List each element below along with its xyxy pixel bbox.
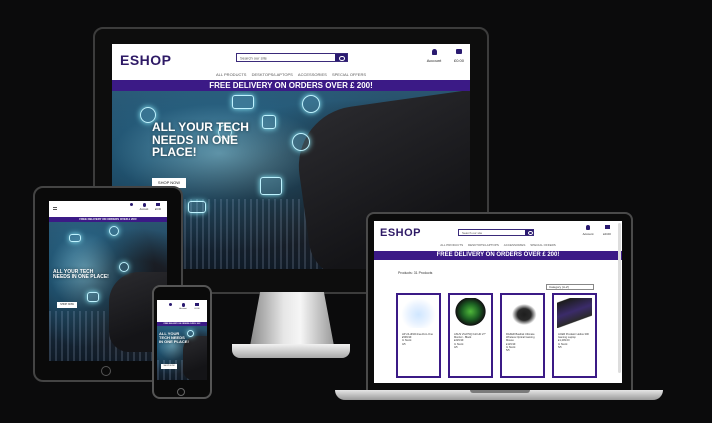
store-icon — [260, 177, 282, 195]
product-card[interactable]: ASUS VG279Q Full HD 27" Monitor - Black … — [448, 293, 493, 378]
main-menu: ALL PRODUCTS DESKTOPS/LAPTOPS ACCESSORIE… — [112, 72, 470, 77]
product-rating: 4/5 — [454, 345, 458, 349]
product-image — [557, 298, 592, 328]
product-image — [505, 298, 540, 328]
cart-icon — [604, 225, 610, 229]
search-bar[interactable]: Search our site — [236, 53, 348, 62]
product-image — [401, 298, 436, 328]
menu-desktops-laptops[interactable]: DESKTOPS/LAPTOPS — [468, 243, 499, 247]
monitor-base — [232, 344, 350, 358]
user-icon — [181, 303, 185, 307]
phone-screen: Account £0.00 FREE DELIVERY ON ORDERS OV… — [157, 300, 207, 380]
gift-icon — [292, 133, 310, 151]
menu-desktops-laptops[interactable]: DESKTOPS/LAPTOPS — [252, 72, 293, 77]
product-card[interactable]: ACER Predator Helios 300 Gaming Laptop £… — [552, 293, 597, 378]
shopping-cart-icon — [302, 95, 320, 113]
product-count: Products: 31 Products — [398, 271, 433, 275]
truck-icon — [188, 201, 206, 213]
delivery-banner: FREE DELIVERY ON ORDERS OVER £ 200! — [374, 251, 622, 260]
cart-link[interactable]: £0.00 — [600, 225, 614, 236]
menu-all-products[interactable]: ALL PRODUCTS — [216, 72, 247, 77]
product-name: RAZER Basilisk Ultimate Wireless Optical… — [506, 333, 535, 343]
user-icon — [142, 203, 146, 207]
cart-icon — [456, 49, 462, 54]
search-bar[interactable]: Search our site — [458, 229, 534, 236]
search-icon — [168, 303, 172, 306]
store-icon — [87, 292, 99, 302]
phone-header: Account £0.00 — [157, 300, 207, 322]
sort-select[interactable]: Category (A-Z) — [546, 284, 594, 290]
menu-accessories[interactable]: ACCESSORIES — [298, 72, 327, 77]
shopping-cart-icon — [69, 234, 81, 242]
shopping-bag-icon — [262, 115, 276, 129]
cart-link[interactable]: £0.00 — [191, 303, 203, 310]
product-rating: 5/5 — [506, 349, 510, 353]
laptop-screen: ESHOP Search our site Account £0.00 ALL … — [374, 221, 622, 383]
search-icon — [129, 203, 133, 206]
user-icon — [586, 225, 590, 230]
cart-icon — [156, 203, 160, 206]
menu-special-offers[interactable]: SPECIAL OFFERS — [530, 243, 556, 247]
site-header: ESHOP Search our site Account £0.00 ALL … — [112, 44, 470, 80]
account-link[interactable]: Account — [424, 49, 444, 63]
tablet-screen: Account £0.00 FREE DELIVERY ON ORDERS OV… — [49, 201, 167, 361]
search-input[interactable]: Search our site — [462, 231, 482, 235]
product-info: ASUS VG279Q Full HD 27" Monitor - Black … — [454, 333, 488, 349]
menu-icon[interactable] — [53, 207, 57, 210]
search-input[interactable]: Search our site — [240, 55, 267, 60]
cart-link[interactable]: £0.00 — [450, 49, 468, 63]
tablet-home-button — [101, 366, 111, 376]
product-info: RAZER Basilisk Ultimate Wireless Optical… — [506, 333, 540, 352]
account-link[interactable]: Account — [177, 303, 189, 310]
main-menu: ALL PRODUCTS DESKTOPS/LAPTOPS ACCESSORIE… — [374, 243, 622, 247]
product-card[interactable]: HP 24-df1013na All-in-One £599.99 In Sto… — [396, 293, 441, 378]
hero-tagline: ALL YOUR TECH NEEDS IN ONE PLACE! — [159, 331, 189, 345]
search-toggle[interactable] — [125, 203, 137, 206]
hero-section: ALL YOUR TECH NEEDS IN ONE PLACE! SHOP N… — [157, 326, 207, 380]
site-header: ESHOP Search our site Account £0.00 ALL … — [374, 221, 622, 251]
cart-link[interactable]: £0.00 — [151, 203, 165, 211]
laptop-notch — [470, 390, 530, 393]
shop-now-button[interactable]: SHOP NOW — [57, 302, 77, 308]
monitor-stand — [250, 292, 334, 346]
hero-tagline: ALL YOUR TECH NEEDS IN ONE PLACE! — [53, 269, 109, 281]
user-icon — [431, 49, 437, 55]
menu-special-offers[interactable]: SPECIAL OFFERS — [332, 72, 366, 77]
delivery-banner: FREE DELIVERY ON ORDERS OVER £ 200! — [112, 80, 470, 91]
site-logo[interactable]: ESHOP — [380, 227, 421, 239]
product-info: ACER Predator Helios 300 Gaming Laptop £… — [558, 333, 592, 349]
shopping-bag-icon — [109, 226, 119, 236]
product-image — [453, 298, 488, 328]
search-button[interactable] — [525, 230, 533, 236]
phone-home-button — [177, 388, 185, 396]
hero-section: ALL YOUR TECH NEEDS IN ONE PLACE! SHOP N… — [49, 222, 167, 361]
product-rating: 5/5 — [558, 345, 562, 349]
shopping-cart-icon — [232, 95, 254, 109]
gift-icon — [119, 262, 129, 272]
menu-accessories[interactable]: ACCESSORIES — [504, 243, 526, 247]
page-scrollbar[interactable] — [618, 223, 621, 373]
product-rating: 4/5 — [402, 342, 406, 346]
cart-icon — [195, 303, 199, 306]
hero-tagline: ALL YOUR TECH NEEDS IN ONE PLACE! — [152, 120, 249, 160]
shop-now-button[interactable]: SHOP NOW — [161, 364, 177, 369]
product-info: HP 24-df1013na All-in-One £599.99 In Sto… — [402, 333, 436, 346]
site-logo[interactable]: ESHOP — [120, 52, 172, 68]
search-toggle[interactable] — [165, 303, 175, 306]
menu-all-products[interactable]: ALL PRODUCTS — [440, 243, 463, 247]
search-button[interactable] — [335, 54, 347, 61]
account-link[interactable]: Account — [580, 225, 596, 236]
product-card[interactable]: RAZER Basilisk Ultimate Wireless Optical… — [500, 293, 545, 378]
tablet-header: Account £0.00 — [49, 201, 167, 217]
account-link[interactable]: Account — [137, 203, 151, 211]
